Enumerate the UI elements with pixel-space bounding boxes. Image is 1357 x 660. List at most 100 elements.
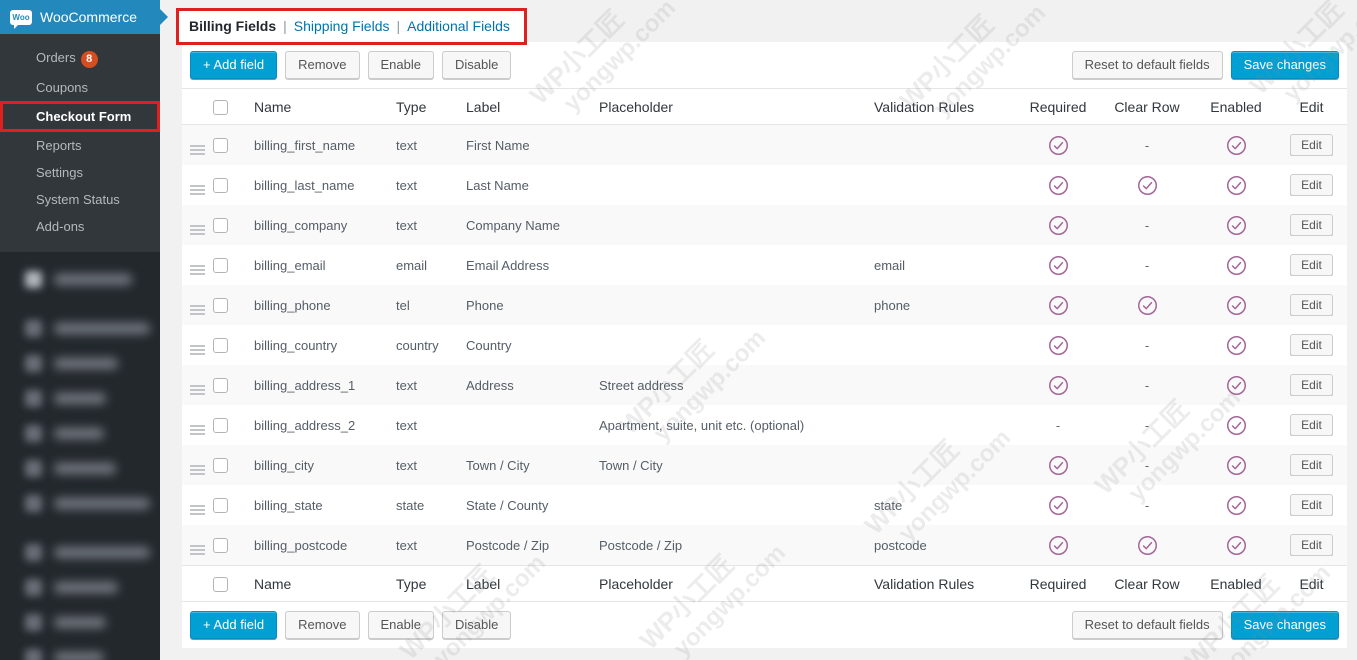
add-field-button[interactable]: + Add field: [190, 611, 277, 639]
sidebar-item-checkout-form[interactable]: Checkout Form: [0, 101, 160, 132]
check-circle-icon: [1048, 255, 1069, 276]
field-required: [1018, 335, 1104, 356]
dash-mark: -: [1145, 418, 1149, 433]
blurred-menu-item[interactable]: [0, 311, 160, 346]
field-required: [1018, 495, 1104, 516]
row-checkbox[interactable]: [213, 298, 228, 313]
edit-button[interactable]: Edit: [1290, 494, 1333, 516]
field-enabled: [1196, 455, 1282, 476]
field-clear-row: -: [1104, 218, 1196, 233]
row-checkbox[interactable]: [213, 258, 228, 273]
drag-handle-icon[interactable]: [190, 225, 205, 235]
save-changes-button[interactable]: Save changes: [1231, 611, 1339, 639]
remove-button[interactable]: Remove: [285, 611, 359, 639]
tab-additional-fields[interactable]: Additional Fields: [407, 18, 510, 34]
sidebar-item-settings[interactable]: Settings: [0, 159, 160, 186]
drag-handle-icon[interactable]: [190, 185, 205, 195]
sidebar-item-system-status[interactable]: System Status: [0, 186, 160, 213]
edit-button[interactable]: Edit: [1290, 414, 1333, 436]
blurred-menu-item[interactable]: [0, 451, 160, 486]
blurred-menu-item[interactable]: [0, 535, 160, 570]
column-footer-placeholder: Placeholder: [599, 576, 874, 592]
field-placeholder: Town / City: [599, 458, 874, 473]
blurred-menu-item[interactable]: [0, 346, 160, 381]
row-checkbox[interactable]: [213, 418, 228, 433]
select-all-checkbox[interactable]: [213, 577, 228, 592]
field-name: billing_postcode: [254, 538, 396, 553]
enable-button[interactable]: Enable: [368, 51, 434, 79]
save-changes-button[interactable]: Save changes: [1231, 51, 1339, 79]
edit-button[interactable]: Edit: [1290, 294, 1333, 316]
enable-button[interactable]: Enable: [368, 611, 434, 639]
edit-button[interactable]: Edit: [1290, 334, 1333, 356]
remove-button[interactable]: Remove: [285, 51, 359, 79]
drag-handle-icon[interactable]: [190, 145, 205, 155]
drag-handle-icon[interactable]: [190, 545, 205, 555]
field-required: [1018, 175, 1104, 196]
drag-handle-icon[interactable]: [190, 385, 205, 395]
edit-button[interactable]: Edit: [1290, 374, 1333, 396]
field-label: Postcode / Zip: [466, 538, 599, 553]
blurred-menu-item[interactable]: [0, 416, 160, 451]
select-all-checkbox[interactable]: [213, 100, 228, 115]
blurred-menu-icon: [25, 649, 42, 660]
check-circle-icon: [1226, 535, 1247, 556]
woocommerce-submenu: Orders8 Coupons Checkout Form Reports Se…: [0, 34, 160, 252]
field-label: Email Address: [466, 258, 599, 273]
field-type: country: [396, 338, 466, 353]
table-row: billing_postcode text Postcode / Zip Pos…: [182, 525, 1347, 565]
blurred-menu-item[interactable]: [0, 381, 160, 416]
drag-handle-icon[interactable]: [190, 505, 205, 515]
disable-button[interactable]: Disable: [442, 611, 511, 639]
edit-button[interactable]: Edit: [1290, 534, 1333, 556]
blurred-menu-item[interactable]: [0, 486, 160, 521]
edit-button[interactable]: Edit: [1290, 174, 1333, 196]
edit-button[interactable]: Edit: [1290, 214, 1333, 236]
row-checkbox[interactable]: [213, 538, 228, 553]
table-row: billing_last_name text Last Name Edit: [182, 165, 1347, 205]
table-row: billing_address_1 text Address Street ad…: [182, 365, 1347, 405]
dash-mark: -: [1145, 258, 1149, 273]
column-footer-validation: Validation Rules: [874, 576, 1018, 592]
drag-handle-icon[interactable]: [190, 425, 205, 435]
row-checkbox[interactable]: [213, 498, 228, 513]
drag-handle-icon[interactable]: [190, 305, 205, 315]
field-name: billing_address_2: [254, 418, 396, 433]
sidebar-item-orders[interactable]: Orders8: [0, 44, 160, 74]
drag-handle-icon[interactable]: [190, 465, 205, 475]
tab-shipping-fields[interactable]: Shipping Fields: [294, 18, 390, 34]
edit-button[interactable]: Edit: [1290, 454, 1333, 476]
field-name: billing_company: [254, 218, 396, 233]
reset-default-fields-button[interactable]: Reset to default fields: [1072, 51, 1223, 79]
disable-button[interactable]: Disable: [442, 51, 511, 79]
blurred-menu-item[interactable]: [0, 640, 160, 660]
column-footer-label: Label: [466, 576, 599, 592]
reset-default-fields-button[interactable]: Reset to default fields: [1072, 611, 1223, 639]
row-checkbox[interactable]: [213, 378, 228, 393]
sidebar-item-reports[interactable]: Reports: [0, 132, 160, 159]
blurred-menu-item[interactable]: [0, 570, 160, 605]
check-circle-icon: [1048, 455, 1069, 476]
row-checkbox[interactable]: [213, 138, 228, 153]
add-field-button[interactable]: + Add field: [190, 51, 277, 79]
field-validation: phone: [874, 298, 1018, 313]
row-checkbox[interactable]: [213, 458, 228, 473]
dash-mark: -: [1145, 338, 1149, 353]
blurred-menu-item[interactable]: [0, 262, 160, 297]
sidebar-item-coupons[interactable]: Coupons: [0, 74, 160, 101]
check-circle-icon: [1048, 175, 1069, 196]
edit-button[interactable]: Edit: [1290, 254, 1333, 276]
blurred-menu-item[interactable]: [0, 605, 160, 640]
row-checkbox[interactable]: [213, 218, 228, 233]
drag-handle-icon[interactable]: [190, 265, 205, 275]
row-checkbox[interactable]: [213, 178, 228, 193]
sidebar-item-add-ons[interactable]: Add-ons: [0, 213, 160, 240]
drag-handle-icon[interactable]: [190, 345, 205, 355]
orders-count-badge: 8: [81, 51, 98, 68]
woocommerce-menu-header[interactable]: Woo WooCommerce: [0, 0, 160, 34]
tab-billing-fields[interactable]: Billing Fields: [189, 18, 276, 34]
top-toolbar: + Add field Remove Enable Disable Reset …: [182, 42, 1347, 88]
edit-button[interactable]: Edit: [1290, 134, 1333, 156]
row-checkbox[interactable]: [213, 338, 228, 353]
field-type: text: [396, 538, 466, 553]
